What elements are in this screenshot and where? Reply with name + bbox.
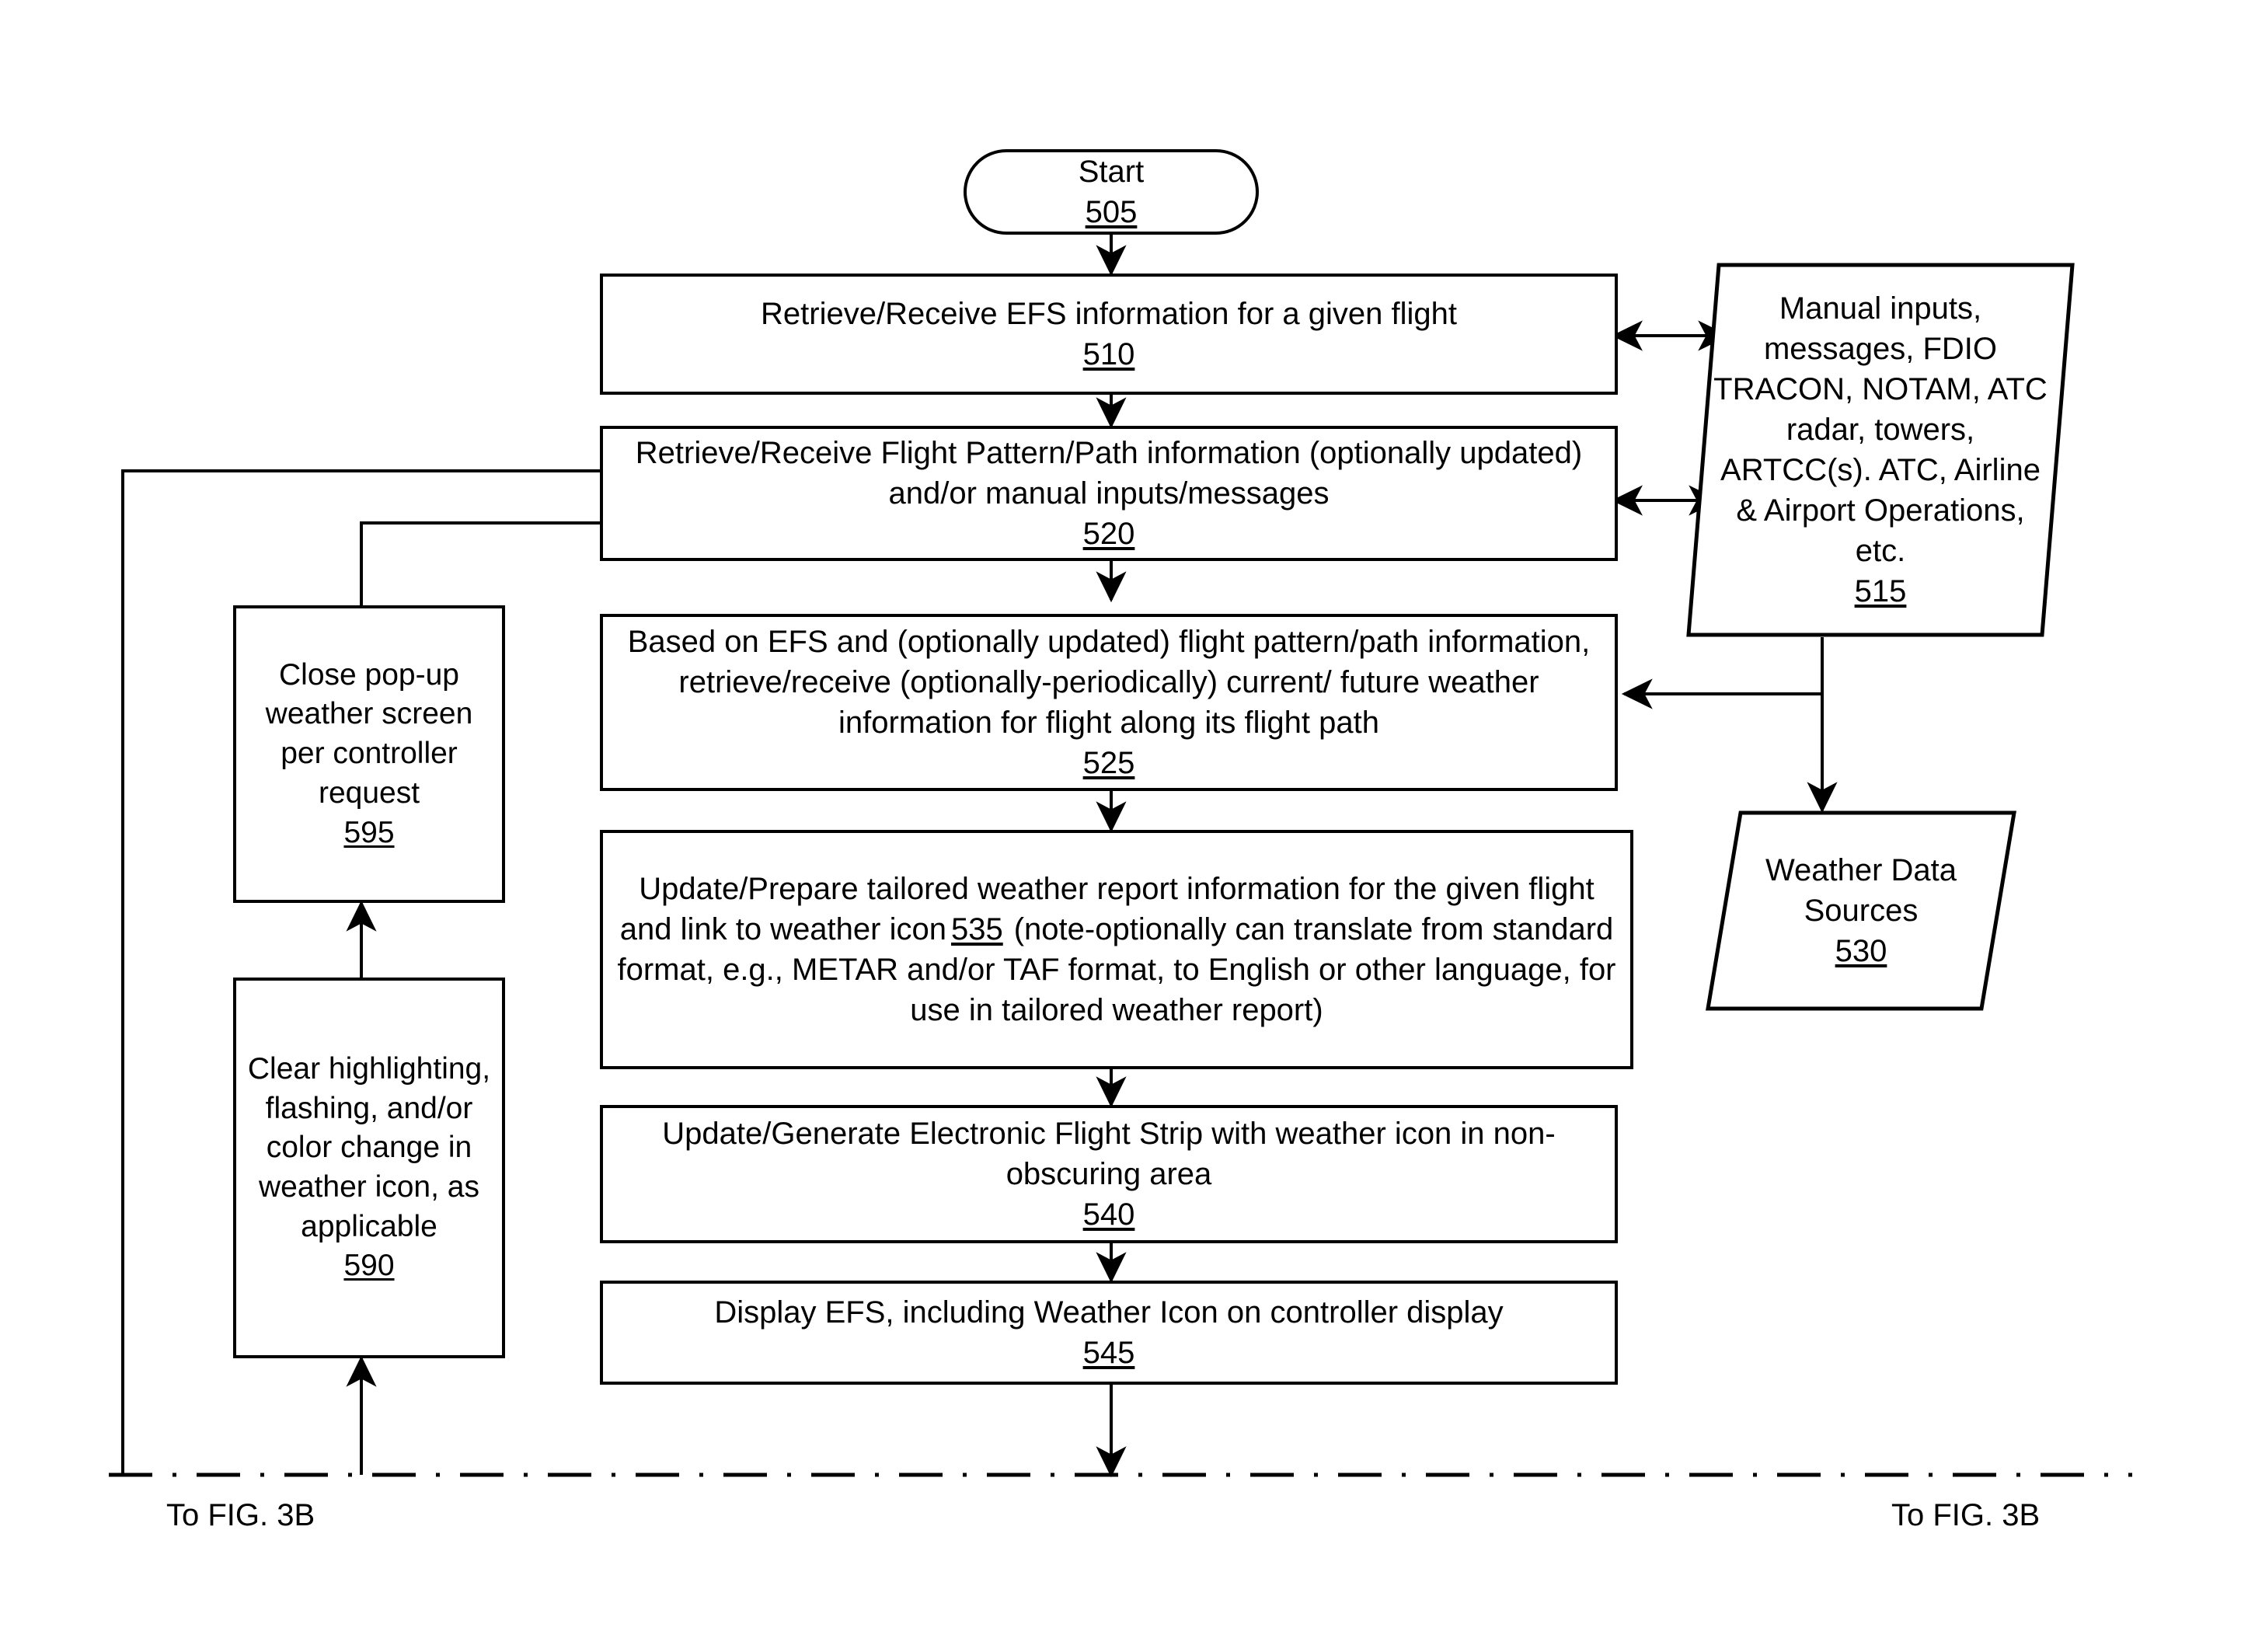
node-step-540-label: Update/Generate Electronic Flight Strip …	[662, 1117, 1556, 1191]
node-data-530-ref: 530	[1835, 934, 1887, 968]
node-step-525-label: Based on EFS and (optionally updated) fl…	[627, 625, 1591, 740]
node-step-595[interactable]: Close pop-up weather screen per controll…	[233, 605, 505, 903]
node-start-ref: 505	[1085, 195, 1138, 229]
node-step-520-label: Retrieve/Receive Flight Pattern/Path inf…	[635, 436, 1583, 511]
node-data-515[interactable]: Manual inputs, messages, FDIO TRACON, NO…	[1686, 263, 2075, 637]
node-step-535-ref: 535	[950, 912, 1003, 946]
caption-to-fig-3b-right: To FIG. 3B	[1891, 1498, 2041, 1532]
node-data-530[interactable]: Weather Data Sources 530	[1706, 810, 2016, 1011]
node-step-520[interactable]: Retrieve/Receive Flight Pattern/Path inf…	[600, 426, 1618, 561]
node-step-545-ref: 545	[1082, 1336, 1135, 1370]
node-step-540[interactable]: Update/Generate Electronic Flight Strip …	[600, 1105, 1618, 1243]
node-step-545[interactable]: Display EFS, including Weather Icon on c…	[600, 1281, 1618, 1385]
node-start[interactable]: Start 505	[964, 149, 1259, 235]
node-step-590-ref: 590	[343, 1249, 395, 1283]
node-step-510-ref: 510	[1082, 337, 1135, 371]
node-step-595-ref: 595	[343, 815, 395, 849]
node-step-590[interactable]: Clear highlighting, flashing, and/or col…	[233, 978, 505, 1358]
node-data-515-label: Manual inputs, messages, FDIO TRACON, NO…	[1713, 291, 2048, 568]
node-step-520-ref: 520	[1082, 517, 1135, 551]
caption-to-fig-3b-left: To FIG. 3B	[166, 1498, 315, 1532]
node-step-590-label: Clear highlighting, flashing, and/or col…	[247, 1051, 491, 1243]
node-step-510[interactable]: Retrieve/Receive EFS information for a g…	[600, 274, 1618, 395]
figure-canvas: Start 505 Retrieve/Receive EFS informati…	[0, 0, 2241, 1652]
node-step-525[interactable]: Based on EFS and (optionally updated) fl…	[600, 614, 1618, 791]
node-step-540-ref: 540	[1082, 1197, 1135, 1232]
node-step-535[interactable]: Update/Prepare tailored weather report i…	[600, 830, 1633, 1069]
node-step-595-label: Close pop-up weather screen per controll…	[265, 657, 473, 810]
node-data-515-ref: 515	[1854, 574, 1907, 608]
node-step-545-label: Display EFS, including Weather Icon on c…	[714, 1295, 1504, 1330]
node-data-530-label: Weather Data Sources	[1765, 853, 1957, 928]
node-start-label: Start	[1078, 155, 1145, 189]
node-step-525-ref: 525	[1082, 746, 1135, 780]
node-step-510-label: Retrieve/Receive EFS information for a g…	[761, 297, 1457, 331]
